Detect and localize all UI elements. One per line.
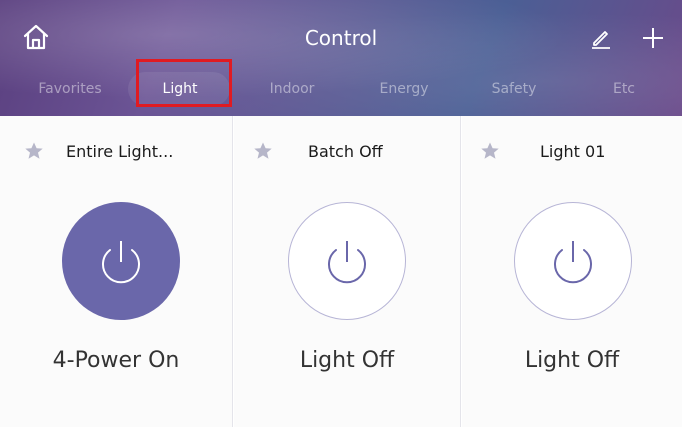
- tab-favorites[interactable]: Favorites: [20, 66, 120, 112]
- device-card[interactable]: Light 01 Light Off: [462, 116, 682, 427]
- device-cards: Entire Light... 4-Power On Batch Off Lig…: [0, 116, 682, 427]
- category-tabs: Favorites Light Indoor Energy Safety Etc: [0, 66, 682, 112]
- tab-indoor[interactable]: Indoor: [242, 66, 342, 112]
- device-state: Light Off: [299, 348, 395, 373]
- power-button[interactable]: [288, 202, 406, 320]
- power-icon: [328, 241, 366, 284]
- app-header: Control Favorites Light Indoor Energy Sa…: [0, 0, 682, 116]
- plus-icon[interactable]: [640, 25, 666, 51]
- star-icon[interactable]: [480, 141, 500, 161]
- tab-etc[interactable]: Etc: [574, 66, 674, 112]
- tab-safety[interactable]: Safety: [464, 66, 564, 112]
- tab-energy[interactable]: Energy: [354, 66, 454, 112]
- device-state: 4-Power On: [52, 348, 180, 373]
- device-card[interactable]: Batch Off Light Off: [234, 116, 460, 427]
- page-title: Control: [304, 26, 378, 50]
- device-name: Batch Off: [308, 142, 383, 161]
- device-state: Light Off: [524, 348, 620, 373]
- star-icon[interactable]: [253, 141, 273, 161]
- power-icon: [554, 241, 592, 284]
- power-button[interactable]: [514, 202, 632, 320]
- card-divider: [460, 116, 461, 427]
- device-name: Light 01: [540, 142, 606, 161]
- pencil-icon[interactable]: [589, 26, 613, 50]
- device-card[interactable]: Entire Light... 4-Power On: [0, 116, 232, 427]
- highlight-box: [136, 59, 232, 107]
- star-icon[interactable]: [24, 141, 44, 161]
- card-divider: [232, 116, 233, 427]
- power-button[interactable]: [62, 202, 180, 320]
- device-name: Entire Light...: [66, 142, 174, 161]
- power-icon: [102, 241, 140, 284]
